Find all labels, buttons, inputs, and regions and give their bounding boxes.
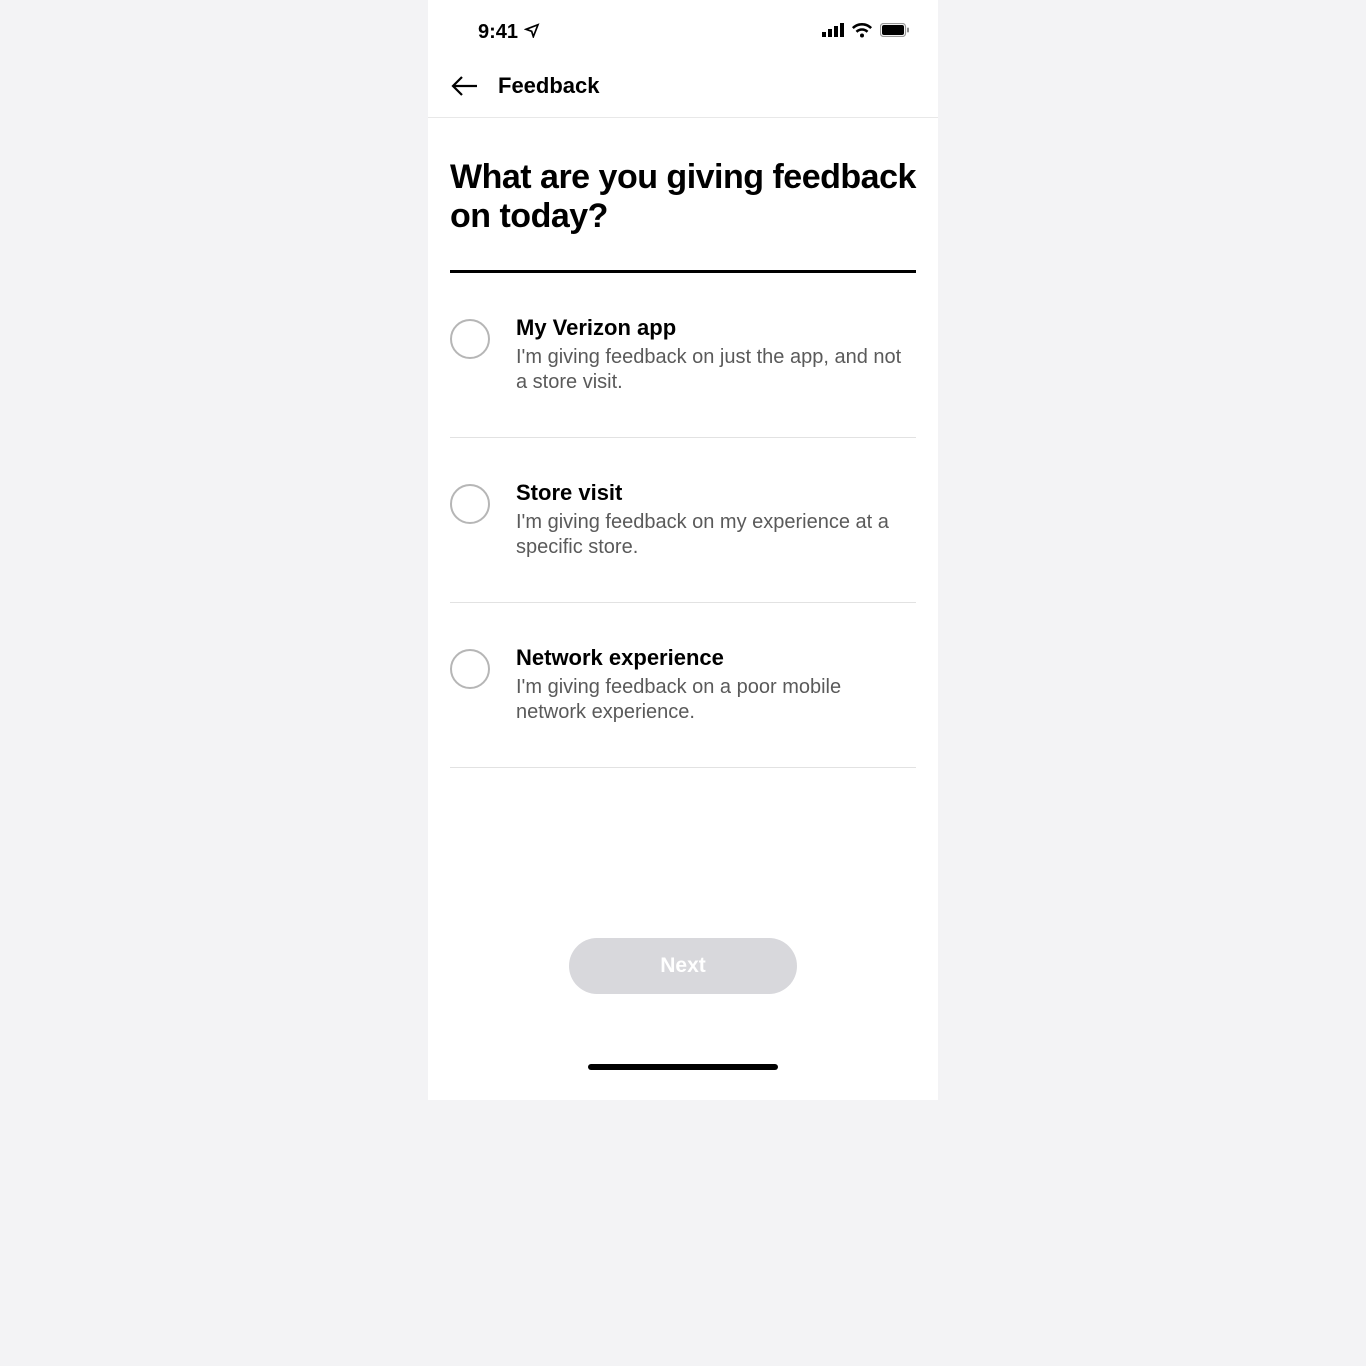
back-button[interactable] — [450, 74, 480, 98]
footer: Next — [428, 938, 938, 1070]
option-title: Network experience — [516, 645, 916, 671]
battery-icon — [880, 23, 910, 42]
home-indicator[interactable] — [588, 1064, 778, 1070]
option-my-verizon-app[interactable]: My Verizon app I'm giving feedback on ju… — [450, 273, 916, 438]
option-description: I'm giving feedback on a poor mobile net… — [516, 675, 916, 725]
option-title: My Verizon app — [516, 315, 916, 341]
status-bar-right — [822, 23, 910, 43]
location-icon — [524, 21, 540, 44]
option-text: Network experience I'm giving feedback o… — [516, 645, 916, 725]
option-store-visit[interactable]: Store visit I'm giving feedback on my ex… — [450, 438, 916, 603]
arrow-left-icon — [451, 75, 479, 97]
option-text: Store visit I'm giving feedback on my ex… — [516, 480, 916, 560]
next-button[interactable]: Next — [569, 938, 797, 994]
option-network-experience[interactable]: Network experience I'm giving feedback o… — [450, 603, 916, 768]
option-description: I'm giving feedback on my experience at … — [516, 510, 916, 560]
status-bar-left: 9:41 — [478, 21, 540, 44]
main-content: What are you giving feedback on today? M… — [428, 118, 938, 768]
nav-bar: Feedback — [428, 55, 938, 118]
radio-button[interactable] — [450, 484, 490, 524]
wifi-icon — [852, 23, 872, 43]
option-text: My Verizon app I'm giving feedback on ju… — [516, 315, 916, 395]
radio-button[interactable] — [450, 649, 490, 689]
status-bar: 9:41 — [428, 0, 938, 55]
nav-title: Feedback — [498, 73, 600, 99]
cellular-signal-icon — [822, 23, 844, 42]
status-time: 9:41 — [478, 21, 518, 44]
page-heading: What are you giving feedback on today? — [450, 158, 916, 236]
option-title: Store visit — [516, 480, 916, 506]
radio-button[interactable] — [450, 319, 490, 359]
option-description: I'm giving feedback on just the app, and… — [516, 345, 916, 395]
phone-screen: 9:41 — [428, 0, 938, 1100]
